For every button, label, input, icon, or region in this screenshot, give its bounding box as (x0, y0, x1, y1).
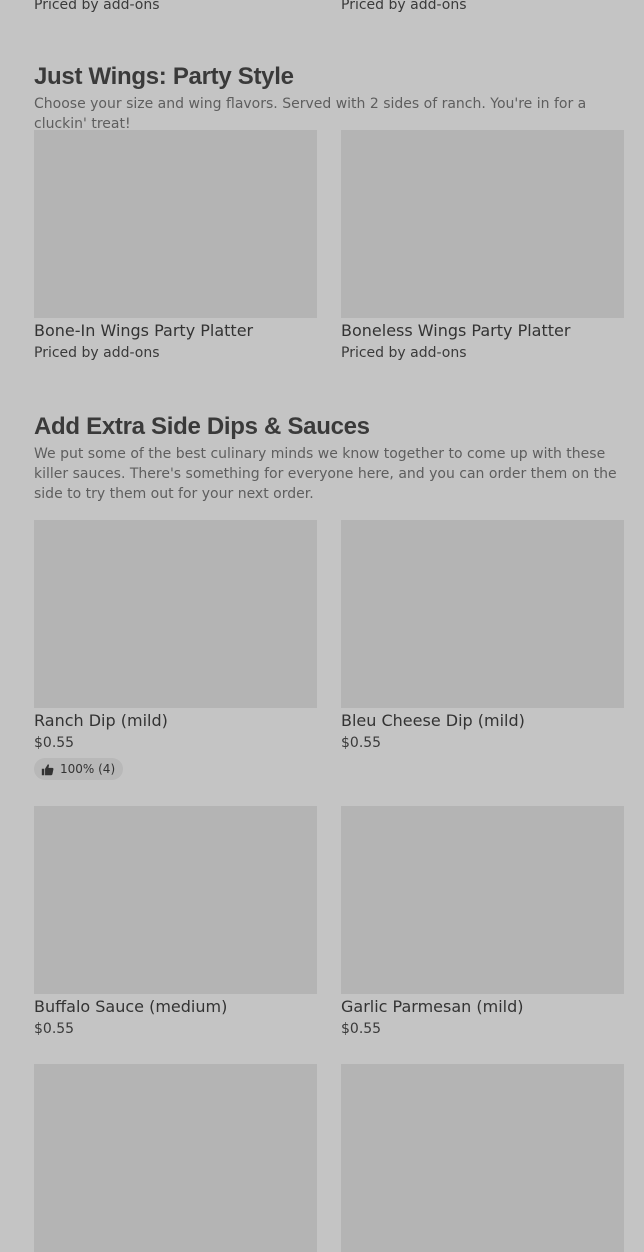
rating-text: 100% (4) (60, 762, 116, 776)
menu-item-card[interactable] (34, 1064, 317, 1252)
menu-item-card[interactable]: Bone-In Wings Party Platter Priced by ad… (34, 130, 317, 362)
menu-item-card[interactable]: Bleu Cheese Dip (mild) $0.55 (341, 520, 624, 752)
item-name: Bleu Cheese Dip (mild) (341, 711, 525, 730)
item-image (34, 806, 317, 994)
item-name: Garlic Parmesan (mild) (341, 997, 524, 1016)
item-image (34, 1064, 317, 1252)
menu-item-card[interactable] (341, 1064, 624, 1252)
item-name: Boneless Wings Party Platter (341, 321, 571, 340)
item-image (34, 130, 317, 318)
item-price: Priced by add-ons (341, 0, 467, 13)
item-image (341, 806, 624, 994)
menu-item-card[interactable]: Boneless Wings Party Platter Priced by a… (341, 130, 624, 362)
item-name: Ranch Dip (mild) (34, 711, 168, 730)
item-image (341, 520, 624, 708)
section-description: Choose your size and wing flavors. Serve… (34, 96, 587, 132)
section-title: Add Extra Side Dips & Sauces (34, 413, 370, 440)
item-image (341, 130, 624, 318)
item-name: Buffalo Sauce (medium) (34, 997, 228, 1016)
item-price: $0.55 (34, 1021, 75, 1037)
section-title: Just Wings: Party Style (34, 63, 294, 90)
rating-badge: 100% (4) (34, 758, 124, 780)
item-price: $0.55 (341, 735, 382, 751)
item-price: $0.55 (34, 735, 75, 751)
item-image (34, 520, 317, 708)
item-price: Priced by add-ons (341, 345, 467, 361)
item-image (341, 1064, 624, 1252)
item-name: Bone-In Wings Party Platter (34, 321, 254, 340)
menu-page: Priced by add-ons Priced by add-ons Just… (0, 0, 644, 1252)
item-price: Priced by add-ons (34, 0, 160, 13)
menu-item-card[interactable]: Buffalo Sauce (medium) $0.55 (34, 806, 317, 1038)
menu-item-card[interactable]: Garlic Parmesan (mild) $0.55 (341, 806, 624, 1038)
thumbs-up-icon (41, 763, 54, 775)
section-description: We put some of the best culinary minds w… (34, 446, 617, 502)
item-price: $0.55 (341, 1021, 382, 1037)
menu-item-card[interactable]: Ranch Dip (mild) $0.55 100% (4) (34, 520, 317, 780)
item-price: Priced by add-ons (34, 345, 160, 361)
